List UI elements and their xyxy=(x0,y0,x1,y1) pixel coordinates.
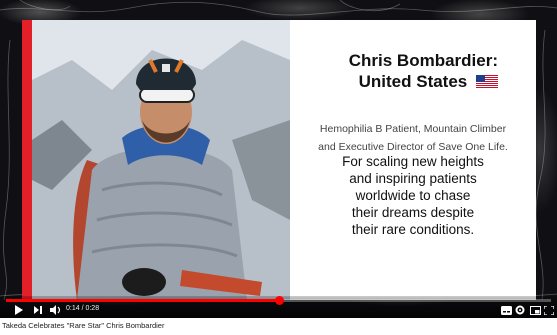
accent-bar xyxy=(22,20,32,300)
video-player[interactable]: Chris Bombardier: United States Hemophil… xyxy=(0,0,557,318)
quote-line: and inspiring patients xyxy=(349,171,477,186)
subtitles-icon xyxy=(501,305,512,315)
quote-line: worldwide to chase xyxy=(355,188,471,203)
progress-fill xyxy=(6,299,279,302)
info-panel: Chris Bombardier: United States Hemophil… xyxy=(290,20,536,300)
play-icon xyxy=(15,305,23,315)
fullscreen-button[interactable] xyxy=(544,303,554,317)
subtitles-button[interactable] xyxy=(501,303,512,317)
person-country: United States xyxy=(358,72,468,91)
climber-photo xyxy=(32,20,290,300)
person-description: Hemophilia B Patient, Mountain Climber a… xyxy=(300,120,526,156)
climber-illustration xyxy=(32,20,290,300)
description-line: Hemophilia B Patient, Mountain Climber xyxy=(319,123,507,135)
volume-icon xyxy=(50,305,61,315)
person-name-title: Chris Bombardier: United States xyxy=(349,50,498,92)
quote-line: their dreams despite xyxy=(351,205,475,220)
person-name: Chris Bombardier: xyxy=(348,51,498,70)
miniplayer-icon xyxy=(530,305,541,315)
progress-handle[interactable] xyxy=(274,296,284,305)
volume-button[interactable] xyxy=(50,303,61,317)
progress-bar[interactable] xyxy=(6,296,551,305)
next-icon xyxy=(34,306,42,314)
miniplayer-button[interactable] xyxy=(530,303,541,317)
quote-line: their rare conditions. xyxy=(351,222,475,237)
tribute-quote: For scaling new heights and inspiring pa… xyxy=(310,153,516,238)
settings-button[interactable] xyxy=(515,303,525,317)
quote-line: For scaling new heights xyxy=(342,154,484,169)
time-display: 0:14 / 0:28 xyxy=(66,305,100,312)
us-flag-icon xyxy=(476,72,498,88)
person-country-line: United States xyxy=(349,71,498,92)
play-button[interactable] xyxy=(14,303,24,317)
fullscreen-icon xyxy=(544,305,554,315)
video-title[interactable]: Takeda Celebrates "Rare Star" Chris Bomb… xyxy=(2,321,164,330)
settings-icon xyxy=(515,305,525,315)
next-button[interactable] xyxy=(33,303,43,317)
